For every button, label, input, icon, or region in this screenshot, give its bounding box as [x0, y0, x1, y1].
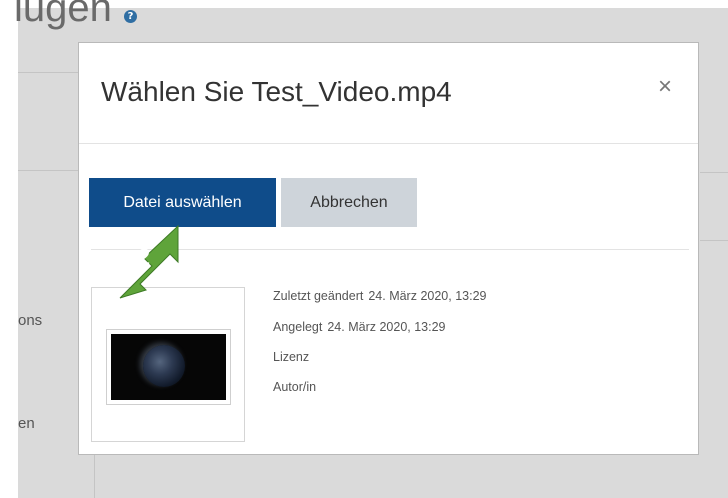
license-label: Lizenz [273, 350, 310, 364]
background-divider [18, 170, 78, 171]
planet-image [143, 345, 185, 387]
step-number: 2 [138, 244, 151, 269]
cancel-button[interactable]: Abbrechen [281, 178, 417, 227]
dialog-title: Wählen Sie Test_Video.mp4 [101, 76, 452, 107]
video-thumbnail [111, 334, 226, 400]
step-arrow-icon [119, 224, 179, 299]
created-value: 24. März 2020, 13:29 [327, 320, 446, 334]
background-divider [700, 240, 728, 241]
background-divider [700, 172, 728, 173]
modified-value: 24. März 2020, 13:29 [368, 289, 487, 303]
created-label: Angelegt [273, 320, 323, 334]
modified-label: Zuletzt geändert [273, 289, 364, 303]
question-icon[interactable]: ? [124, 10, 137, 23]
file-thumbnail-card [91, 287, 245, 442]
modified-row: Zuletzt geändert 24. März 2020, 13:29 [273, 289, 486, 303]
background-divider [18, 72, 78, 73]
page-gutter [0, 0, 18, 498]
background-side-text: ons [18, 312, 43, 329]
close-button[interactable]: × [658, 73, 672, 101]
dialog-header: Wählen Sie Test_Video.mp4 × [79, 43, 698, 144]
created-row: Angelegt 24. März 2020, 13:29 [273, 320, 446, 334]
page-heading: lugen [14, 0, 112, 30]
background-divider [94, 455, 95, 498]
background-side-text: en [18, 415, 35, 432]
thumbnail-frame [106, 329, 231, 405]
author-label: Autor/in [273, 380, 317, 394]
